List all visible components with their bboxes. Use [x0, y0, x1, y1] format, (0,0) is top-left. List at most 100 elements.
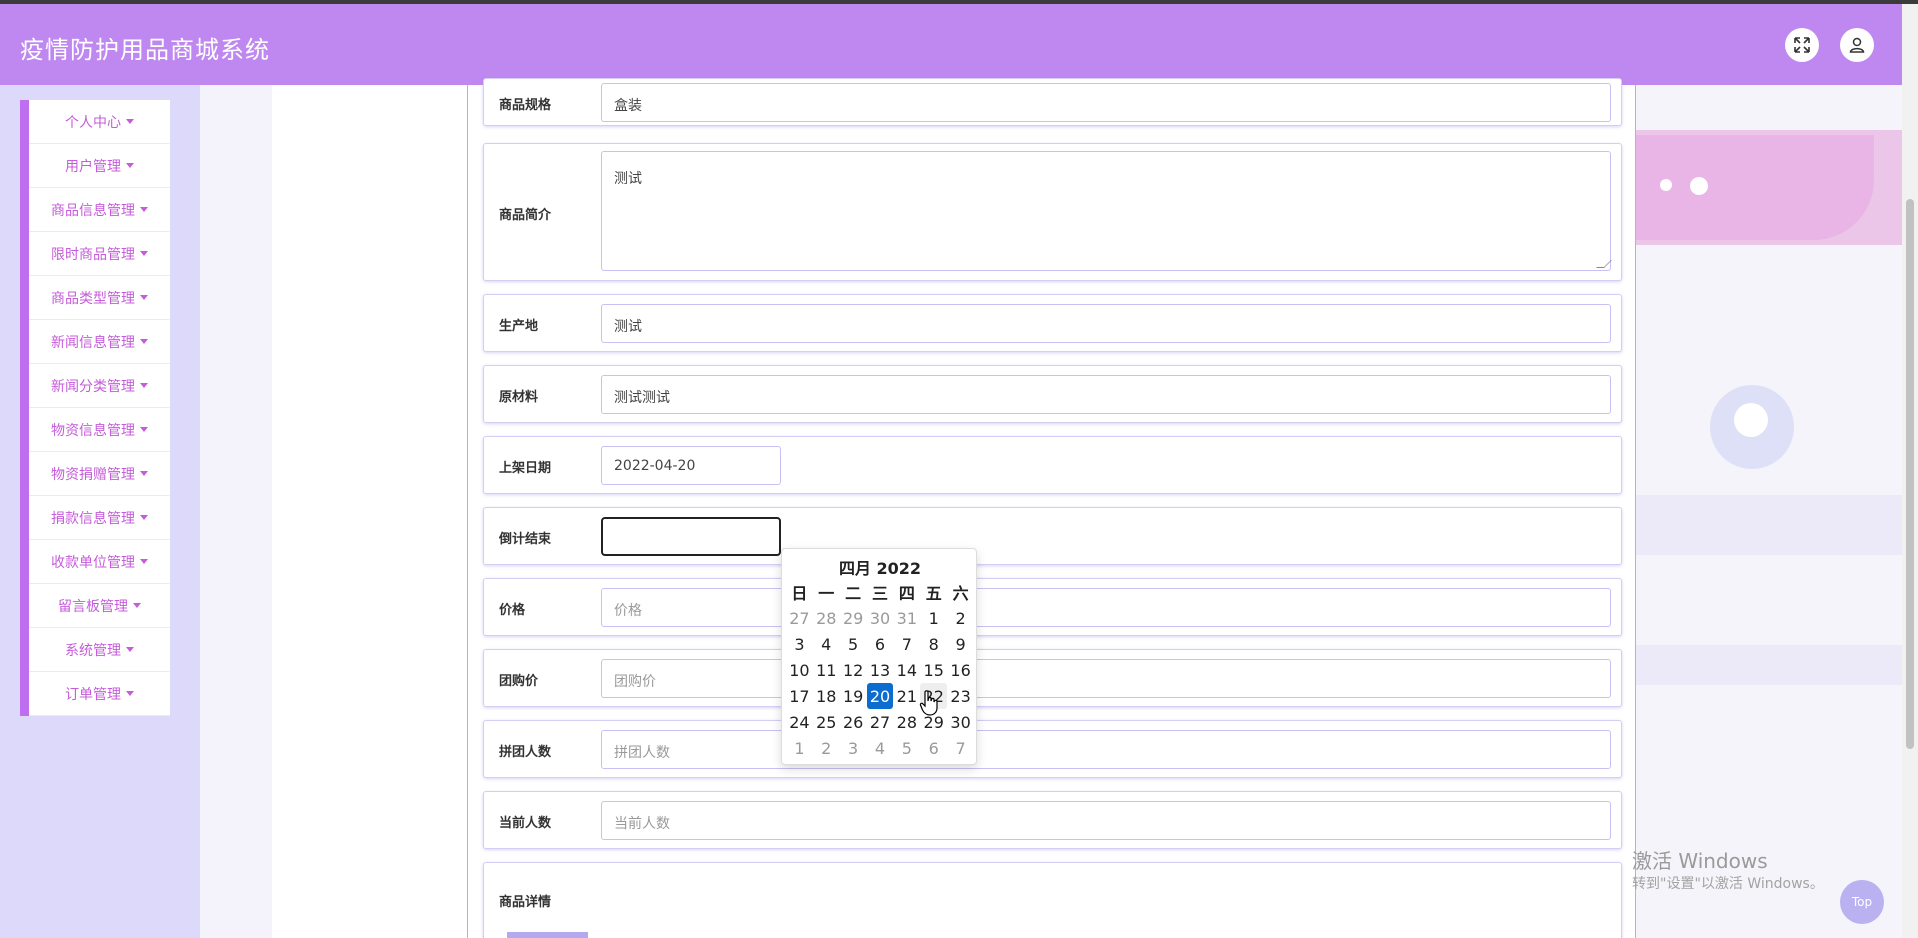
material-input[interactable]: 测试测试: [601, 375, 1611, 414]
group-size-input[interactable]: 拼团人数: [601, 730, 1611, 769]
datepicker-day[interactable]: 13: [867, 657, 894, 683]
weekday-header: 日: [791, 584, 808, 603]
datepicker-day[interactable]: 27: [867, 709, 894, 735]
sidebar-item-label: 订单管理: [65, 686, 121, 703]
datepicker-day[interactable]: 17: [786, 683, 813, 709]
form-row-listing-date: 上架日期 2022-04-20: [483, 436, 1622, 494]
sidebar: 个人中心 用户管理 商品信息管理 限时商品管理 商品类型管理 新闻信息管理 新闻…: [0, 85, 200, 938]
datepicker-day[interactable]: 10: [786, 657, 813, 683]
sidebar-item-message-board[interactable]: 留言板管理: [29, 584, 170, 628]
sidebar-item-label: 收款单位管理: [51, 554, 135, 571]
datepicker-day[interactable]: 4: [813, 631, 840, 657]
datepicker-day[interactable]: 23: [947, 683, 974, 709]
sidebar-item-news-info[interactable]: 新闻信息管理: [29, 320, 170, 364]
sidebar-item-news-category[interactable]: 新闻分类管理: [29, 364, 170, 408]
caret-down-icon: [140, 251, 148, 256]
datepicker-day[interactable]: 30: [947, 709, 974, 735]
group-price-input[interactable]: 团购价: [601, 659, 1611, 698]
datepicker-day[interactable]: 15: [920, 657, 947, 683]
page-scrollbar[interactable]: [1902, 4, 1918, 938]
spec-input[interactable]: 盒装: [601, 83, 1611, 122]
sidebar-item-donation-info[interactable]: 捐款信息管理: [29, 496, 170, 540]
sidebar-item-label: 捐款信息管理: [51, 510, 135, 527]
back-to-top-button[interactable]: Top: [1840, 880, 1884, 924]
form-row-group-price: 团购价 团购价: [483, 649, 1622, 707]
datepicker-day[interactable]: 9: [947, 631, 974, 657]
activation-watermark-title: 激活 Windows: [1632, 849, 1768, 873]
datepicker-day[interactable]: 27: [786, 605, 813, 631]
datepicker-day[interactable]: 24: [786, 709, 813, 735]
datepicker-day[interactable]: 2: [947, 605, 974, 631]
sidebar-item-user-management[interactable]: 用户管理: [29, 144, 170, 188]
illustration-dot: [1690, 177, 1708, 195]
field-label: 生产地: [499, 319, 539, 334]
datepicker-day[interactable]: 3: [786, 631, 813, 657]
datepicker-day[interactable]: 14: [893, 657, 920, 683]
listing-date-input[interactable]: 2022-04-20: [601, 446, 781, 485]
field-label: 上架日期: [499, 461, 552, 476]
datepicker-day[interactable]: 7: [893, 631, 920, 657]
scrollbar-thumb[interactable]: [1906, 199, 1914, 749]
sidebar-item-supplies-donation[interactable]: 物资捐赠管理: [29, 452, 170, 496]
datepicker-day[interactable]: 8: [920, 631, 947, 657]
datepicker-day[interactable]: 7: [947, 735, 974, 761]
weekday-header: 四: [898, 584, 915, 603]
datepicker-day[interactable]: 11: [813, 657, 840, 683]
datepicker-day[interactable]: 28: [893, 709, 920, 735]
sidebar-item-orders[interactable]: 订单管理: [29, 672, 170, 716]
countdown-end-input[interactable]: [601, 517, 781, 556]
datepicker-day[interactable]: 31: [893, 605, 920, 631]
current-count-input[interactable]: 当前人数: [601, 801, 1611, 840]
datepicker-day[interactable]: 28: [813, 605, 840, 631]
field-label: 拼团人数: [499, 745, 552, 760]
sidebar-item-personal-center[interactable]: 个人中心: [29, 100, 170, 144]
datepicker-day[interactable]: 16: [947, 657, 974, 683]
caret-down-icon: [126, 647, 134, 652]
sidebar-item-payee-unit[interactable]: 收款单位管理: [29, 540, 170, 584]
datepicker-day[interactable]: 4: [867, 735, 894, 761]
weekday-header: 二: [845, 584, 862, 603]
form-row-price: 价格 价格: [483, 578, 1622, 636]
datepicker-title[interactable]: 四月 2022: [782, 555, 978, 579]
datepicker-day[interactable]: 6: [920, 735, 947, 761]
datepicker-day[interactable]: 18: [813, 683, 840, 709]
intro-textarea[interactable]: 测试: [601, 151, 1612, 271]
weekday-header: 五: [925, 584, 942, 603]
datepicker-day[interactable]: 3: [840, 735, 867, 761]
sidebar-item-flash-sale[interactable]: 限时商品管理: [29, 232, 170, 276]
datepicker-day[interactable]: 25: [813, 709, 840, 735]
form-row-origin: 生产地 测试: [483, 294, 1622, 352]
sidebar-item-product-info[interactable]: 商品信息管理: [29, 188, 170, 232]
datepicker-day[interactable]: 30: [867, 605, 894, 631]
datepicker-day[interactable]: 1: [920, 605, 947, 631]
illustration-stripe: [1634, 495, 1902, 555]
sidebar-item-label: 商品信息管理: [51, 202, 135, 219]
sidebar-item-product-type[interactable]: 商品类型管理: [29, 276, 170, 320]
origin-input[interactable]: 测试: [601, 304, 1611, 343]
caret-down-icon: [140, 207, 148, 212]
datepicker-day[interactable]: 1: [786, 735, 813, 761]
datepicker-day[interactable]: 21: [893, 683, 920, 709]
fullscreen-button[interactable]: [1785, 28, 1819, 62]
datepicker-day[interactable]: 2: [813, 735, 840, 761]
price-input[interactable]: 价格: [601, 588, 1611, 627]
caret-down-icon: [140, 471, 148, 476]
datepicker-day[interactable]: 19: [840, 683, 867, 709]
datepicker-day[interactable]: 12: [840, 657, 867, 683]
sidebar-item-supplies-info[interactable]: 物资信息管理: [29, 408, 170, 452]
editor-toolbar[interactable]: [507, 932, 588, 938]
datepicker-day[interactable]: 6: [867, 631, 894, 657]
field-label: 价格: [499, 603, 526, 618]
caret-down-icon: [126, 691, 134, 696]
resize-grip-icon[interactable]: [1596, 260, 1612, 268]
datepicker-day[interactable]: 26: [840, 709, 867, 735]
datepicker-day[interactable]: 29: [840, 605, 867, 631]
user-button[interactable]: [1840, 28, 1874, 62]
datepicker-day[interactable]: 20: [866, 683, 894, 709]
datepicker-day[interactable]: 5: [893, 735, 920, 761]
field-label: 商品简介: [499, 208, 552, 223]
datepicker-day[interactable]: 5: [840, 631, 867, 657]
sidebar-item-system[interactable]: 系统管理: [29, 628, 170, 672]
field-label: 当前人数: [499, 816, 552, 831]
app-header: 疫情防护用品商城系统: [0, 4, 1902, 85]
